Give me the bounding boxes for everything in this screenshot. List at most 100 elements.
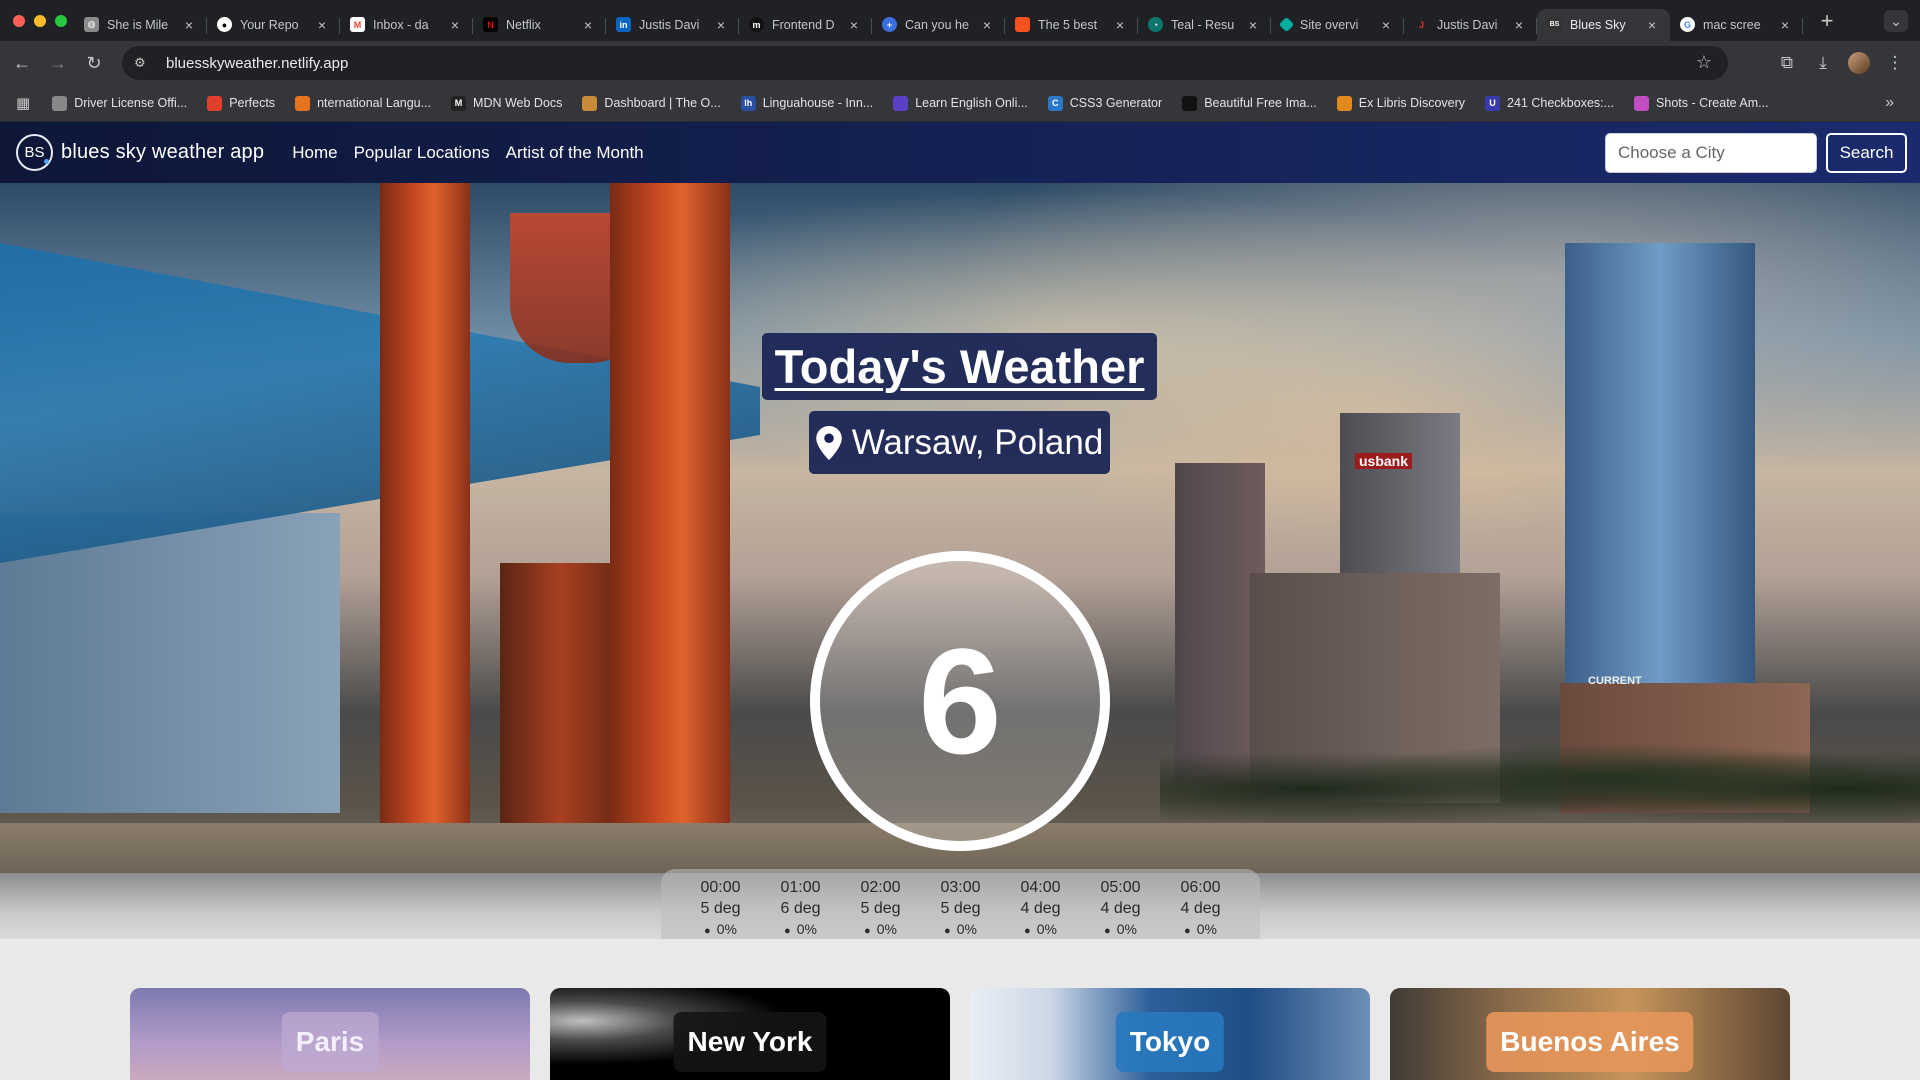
- new-tab-button[interactable]: +: [1813, 8, 1841, 34]
- water-drop-icon: ●: [784, 925, 791, 937]
- browser-tab[interactable]: Site overvi ×: [1271, 9, 1404, 41]
- bookmark-item[interactable]: nternational Langu...: [295, 95, 431, 111]
- browser-tab[interactable]: J Justis Davi ×: [1404, 9, 1537, 41]
- forecast-precip: ● 0%: [1024, 921, 1057, 937]
- browser-tab[interactable]: ◔ Teal - Resu ×: [1138, 9, 1271, 41]
- profile-avatar[interactable]: [1848, 52, 1870, 74]
- forecast-precip: ● 0%: [1104, 921, 1137, 937]
- forecast-time: 06:00: [1180, 879, 1221, 896]
- close-tab-icon[interactable]: ×: [979, 17, 995, 33]
- close-tab-icon[interactable]: ×: [1777, 17, 1793, 33]
- forecast-precip: ● 0%: [1184, 921, 1217, 937]
- forecast-precip: ● 0%: [864, 921, 897, 937]
- nav-link-artist-of-the-month[interactable]: Artist of the Month: [506, 143, 644, 163]
- more-bookmarks-icon[interactable]: »: [1885, 94, 1894, 112]
- close-tab-icon[interactable]: ×: [1378, 17, 1394, 33]
- bookmark-item[interactable]: U 241 Checkboxes:...: [1485, 95, 1614, 111]
- bookmark-favicon: [582, 95, 598, 111]
- forecast-temp: 5 deg: [700, 900, 741, 917]
- bookmark-favicon: U: [1485, 95, 1501, 111]
- close-tab-icon[interactable]: ×: [447, 17, 463, 33]
- browser-tab[interactable]: ◍ She is Mile ×: [74, 9, 207, 41]
- city-card-tokyo[interactable]: Tokyo: [970, 988, 1370, 1080]
- bookmark-item[interactable]: Shots - Create Am...: [1634, 95, 1769, 111]
- water-drop-icon: ●: [944, 925, 951, 937]
- bookmark-item[interactable]: Learn English Onli...: [893, 95, 1028, 111]
- browser-tab[interactable]: ● Your Repo ×: [207, 9, 340, 41]
- city-card-buenos-aires[interactable]: Buenos Aires: [1390, 988, 1790, 1080]
- bookmark-star-icon[interactable]: ☆: [1696, 52, 1712, 73]
- city-cards-section: Paris New York Tokyo Buenos Aires: [0, 939, 1920, 1080]
- nav-link-popular-locations[interactable]: Popular Locations: [354, 143, 490, 163]
- bookmark-item[interactable]: Beautiful Free Ima...: [1182, 95, 1317, 111]
- close-tab-icon[interactable]: ×: [1245, 17, 1261, 33]
- back-button[interactable]: ←: [4, 47, 40, 79]
- extensions-icon[interactable]: ⧉: [1776, 53, 1798, 73]
- browser-tab[interactable]: N Netflix ×: [473, 9, 606, 41]
- bookmark-item[interactable]: Dashboard | The O...: [582, 95, 721, 111]
- nav-link-home[interactable]: Home: [292, 143, 337, 163]
- location-name: Warsaw, Poland: [851, 422, 1104, 462]
- j-icon: J: [1418, 19, 1424, 30]
- bookmark-favicon: lh: [740, 95, 756, 111]
- browser-tab[interactable]: m Frontend D ×: [739, 9, 872, 41]
- hero-background-tower: [380, 183, 470, 903]
- close-tab-icon[interactable]: ×: [713, 17, 729, 33]
- bookmark-item[interactable]: C CSS3 Generator: [1047, 95, 1162, 111]
- bookmark-item[interactable]: Perfects: [207, 95, 275, 111]
- close-tab-icon[interactable]: ×: [314, 17, 330, 33]
- forecast-time: 01:00: [780, 879, 821, 896]
- brand-logo[interactable]: BS: [16, 134, 53, 171]
- download-icon[interactable]: ⤓: [1812, 53, 1834, 73]
- site-info-icon[interactable]: ⚙: [134, 55, 156, 71]
- browser-tab-active[interactable]: BS Blues Sky ×: [1537, 8, 1670, 41]
- current-temperature-circle: 6: [810, 551, 1110, 851]
- bookmark-item[interactable]: M MDN Web Docs: [451, 95, 562, 111]
- browser-tab[interactable]: in Justis Davi ×: [606, 9, 739, 41]
- close-tab-icon[interactable]: ×: [1112, 17, 1128, 33]
- address-bar[interactable]: ⚙ bluesskyweather.netlify.app ☆: [122, 46, 1728, 80]
- plus-cross-icon: +: [882, 17, 897, 32]
- maximize-window-button[interactable]: [55, 14, 67, 27]
- page-title-box: Today's Weather: [762, 333, 1157, 400]
- bookmark-item[interactable]: Driver License Offi...: [52, 95, 187, 111]
- browser-tab[interactable]: M Inbox - da ×: [340, 9, 473, 41]
- search-button[interactable]: Search: [1826, 133, 1907, 173]
- apps-grid-icon[interactable]: ▦: [16, 94, 30, 112]
- medium-icon: m: [749, 17, 764, 32]
- reload-button[interactable]: ↻: [76, 47, 112, 79]
- forward-button[interactable]: →: [40, 47, 76, 79]
- close-tab-icon[interactable]: ×: [1644, 17, 1660, 33]
- bookmark-item[interactable]: lh Linguahouse - Inn...: [740, 95, 873, 111]
- browser-tab-strip: ◍ She is Mile × ● Your Repo × M Inbox - da × N…: [0, 0, 1920, 41]
- browser-tab[interactable]: + Can you he ×: [872, 9, 1005, 41]
- url-text[interactable]: bluesskyweather.netlify.app: [166, 55, 348, 72]
- bookmark-item[interactable]: Ex Libris Discovery: [1336, 95, 1465, 111]
- close-window-button[interactable]: [13, 14, 25, 27]
- minimize-window-button[interactable]: [34, 14, 46, 27]
- browser-tab[interactable]: The 5 best ×: [1005, 9, 1138, 41]
- forecast-time: 05:00: [1100, 879, 1141, 896]
- browser-tab[interactable]: Gmac scree ×: [1670, 9, 1803, 41]
- square-orange-icon: [1015, 17, 1030, 32]
- bookmark-favicon: M: [451, 95, 467, 111]
- city-card-paris[interactable]: Paris: [130, 988, 530, 1080]
- close-tab-icon[interactable]: ×: [1511, 17, 1527, 33]
- location-box: Warsaw, Poland: [809, 411, 1110, 474]
- netlify-icon: [1278, 16, 1295, 33]
- tab-search-button[interactable]: ⌄: [1884, 10, 1908, 32]
- nav-links: Home Popular Locations Artist of the Mon…: [292, 143, 643, 163]
- menu-kebab-icon[interactable]: ⋮: [1884, 53, 1906, 73]
- forecast-precip: ● 0%: [704, 921, 737, 937]
- close-tab-icon[interactable]: ×: [580, 17, 596, 33]
- brand-name[interactable]: blues sky weather app: [61, 141, 264, 164]
- close-tab-icon[interactable]: ×: [181, 17, 197, 33]
- tab-list: ◍ She is Mile × ● Your Repo × M Inbox - da × N…: [74, 0, 1803, 41]
- hero-background-tower: [610, 183, 730, 923]
- forecast-precip: ● 0%: [784, 921, 817, 937]
- close-tab-icon[interactable]: ×: [846, 17, 862, 33]
- teal-icon: ◔: [1148, 17, 1163, 32]
- city-search-input[interactable]: [1605, 133, 1817, 173]
- forecast-time: 02:00: [860, 879, 901, 896]
- city-card-new-york[interactable]: New York: [550, 988, 950, 1080]
